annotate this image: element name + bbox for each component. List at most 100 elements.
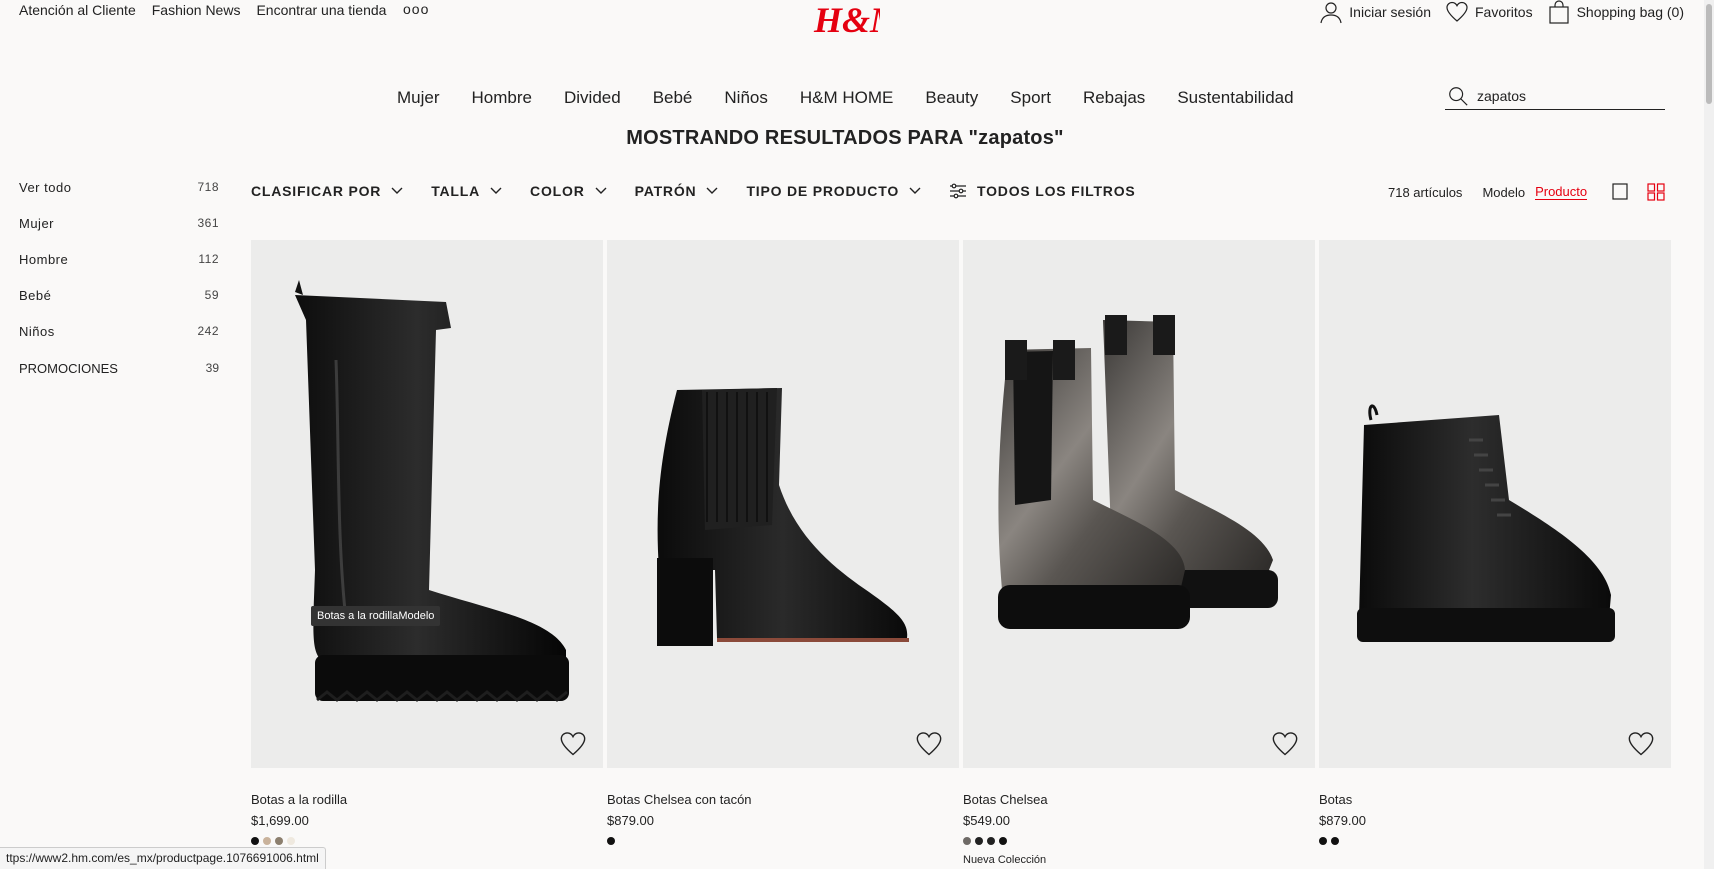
filter-label: TALLA [431, 183, 481, 199]
color-swatch[interactable] [1319, 837, 1327, 845]
nav-item-sustentabilidad[interactable]: Sustentabilidad [1177, 88, 1293, 108]
account-area: Iniciar sesión Favoritos Shopping bag (0… [1319, 0, 1684, 24]
product-image[interactable] [251, 240, 603, 768]
sidebar-item-label: Bebé [19, 288, 52, 303]
heart-icon [1446, 1, 1468, 22]
shopping-bag-button[interactable]: Shopping bag (0) [1547, 0, 1684, 24]
all-filters-button[interactable]: TODOS LOS FILTROS [949, 182, 1136, 200]
product-name[interactable]: Botas Chelsea con tacón [607, 792, 959, 807]
product-name[interactable]: Botas [1319, 792, 1671, 807]
product-image[interactable] [1319, 240, 1671, 768]
shopping-bag-label: Shopping bag (0) [1576, 4, 1684, 20]
filter-product-type[interactable]: TIPO DE PRODUCTO [746, 183, 921, 199]
nav-item-ninos[interactable]: Niños [724, 88, 767, 108]
search-box [1445, 82, 1665, 110]
signin-label: Iniciar sesión [1349, 4, 1431, 20]
sidebar-item-ver-todo[interactable]: Ver todo 718 [19, 180, 219, 216]
color-swatch[interactable] [987, 837, 995, 845]
product-card[interactable]: Botas Chelsea con tacón $879.00 [607, 240, 959, 845]
grid-toggle [1611, 183, 1665, 201]
sliders-icon [950, 183, 967, 199]
sidebar-item-label: Niños [19, 324, 55, 339]
more-menu-button[interactable]: ooo [403, 1, 429, 17]
page-scrollbar[interactable] [1704, 0, 1714, 869]
product-price: $879.00 [607, 813, 654, 828]
sidebar-item-ninos[interactable]: Niños 242 [19, 324, 219, 360]
scrollbar-thumb[interactable] [1706, 4, 1712, 104]
customer-service-link[interactable]: Atención al Cliente [19, 2, 136, 18]
nav-item-divided[interactable]: Divided [564, 88, 621, 108]
filter-label: PATRÓN [634, 183, 697, 199]
top-bar: Atención al Cliente Fashion News Encontr… [0, 0, 1714, 40]
filter-sort[interactable]: CLASIFICAR POR [251, 183, 403, 199]
product-image[interactable] [607, 240, 959, 768]
color-swatch[interactable] [999, 837, 1007, 845]
favorite-heart-icon[interactable] [559, 730, 587, 758]
sidebar-item-mujer[interactable]: Mujer 361 [19, 216, 219, 252]
find-store-link[interactable]: Encontrar una tienda [256, 2, 386, 18]
favorite-heart-icon[interactable] [1271, 730, 1299, 758]
filter-label: CLASIFICAR POR [251, 183, 382, 199]
user-icon [1320, 2, 1342, 24]
filter-size[interactable]: TALLA [431, 183, 502, 199]
color-swatch[interactable] [975, 837, 983, 845]
product-card[interactable]: Botas a la rodilla $1,699.00 [251, 240, 603, 845]
sidebar-item-label: Mujer [19, 216, 55, 231]
image-tooltip: Botas a la rodillaModelo [311, 606, 441, 626]
nav-item-mujer[interactable]: Mujer [397, 88, 440, 108]
favorite-heart-icon[interactable] [1627, 730, 1655, 758]
sidebar-item-label: Hombre [19, 252, 69, 267]
nav-item-beauty[interactable]: Beauty [925, 88, 978, 108]
nav-item-hombre[interactable]: Hombre [472, 88, 532, 108]
product-card[interactable]: Botas $879.00 [1319, 240, 1671, 845]
sidebar-item-hombre[interactable]: Hombre 112 [19, 252, 219, 288]
color-swatch[interactable] [251, 837, 259, 845]
favorites-button[interactable]: Favoritos [1445, 0, 1533, 24]
nav-item-rebajas[interactable]: Rebajas [1083, 88, 1145, 108]
sidebar-item-count: 39 [205, 361, 219, 375]
search-input[interactable] [1477, 87, 1657, 104]
color-swatches [963, 837, 1315, 845]
top-links: Atención al Cliente Fashion News Encontr… [19, 2, 386, 18]
favorite-heart-icon[interactable] [915, 730, 943, 758]
signin-button[interactable]: Iniciar sesión [1319, 0, 1431, 24]
view-product-toggle[interactable]: Producto [1535, 184, 1588, 200]
metallic-chelsea-boots-image [998, 315, 1278, 629]
single-view-icon[interactable] [1611, 183, 1629, 201]
sidebar-item-count: 59 [204, 288, 219, 302]
nav-item-hm-home[interactable]: H&M HOME [800, 88, 894, 108]
filter-label: TIPO DE PRODUCTO [746, 183, 900, 199]
nav-item-sport[interactable]: Sport [1010, 88, 1051, 108]
filter-color[interactable]: COLOR [530, 183, 607, 199]
sidebar-item-count: 361 [197, 216, 219, 230]
color-swatch[interactable] [275, 837, 283, 845]
new-collection-tag: Nueva Colección [963, 854, 1047, 866]
view-model-toggle[interactable]: Modelo [1482, 185, 1525, 200]
color-swatch[interactable] [963, 837, 971, 845]
lace-up-boot-image [1357, 404, 1615, 642]
grid-view-icon[interactable] [1647, 183, 1665, 201]
sidebar-item-bebe[interactable]: Bebé 59 [19, 288, 219, 324]
sidebar-item-promociones[interactable]: PROMOCIONES 39 [19, 361, 219, 397]
fashion-news-link[interactable]: Fashion News [152, 2, 241, 18]
favorites-label: Favoritos [1475, 4, 1533, 20]
product-card[interactable]: Botas Chelsea $549.00 Nueva Colección [963, 240, 1315, 866]
product-image[interactable] [963, 240, 1315, 768]
sidebar-item-label: Ver todo [19, 180, 72, 195]
results-count: 718 artículos [1388, 184, 1463, 200]
view-options: 718 artículos Modelo Producto [1388, 183, 1665, 201]
color-swatch[interactable] [1331, 837, 1339, 845]
product-name[interactable]: Botas Chelsea [963, 792, 1315, 807]
filter-label: COLOR [530, 183, 585, 199]
search-icon [1449, 86, 1468, 106]
filter-pattern[interactable]: PATRÓN [635, 183, 719, 199]
all-filters-label: TODOS LOS FILTROS [977, 183, 1136, 199]
results-title: MOSTRANDO RESULTADOS PARA "zapatos" [626, 127, 1064, 149]
color-swatch[interactable] [263, 837, 271, 845]
hm-logo[interactable]: H&M [810, 0, 880, 42]
filter-bar: CLASIFICAR POR TALLA COLOR PATRÓN TIPO D… [251, 182, 1164, 200]
product-name[interactable]: Botas a la rodilla [251, 792, 603, 807]
color-swatch[interactable] [287, 837, 295, 845]
nav-item-bebe[interactable]: Bebé [653, 88, 693, 108]
color-swatch[interactable] [607, 837, 615, 845]
